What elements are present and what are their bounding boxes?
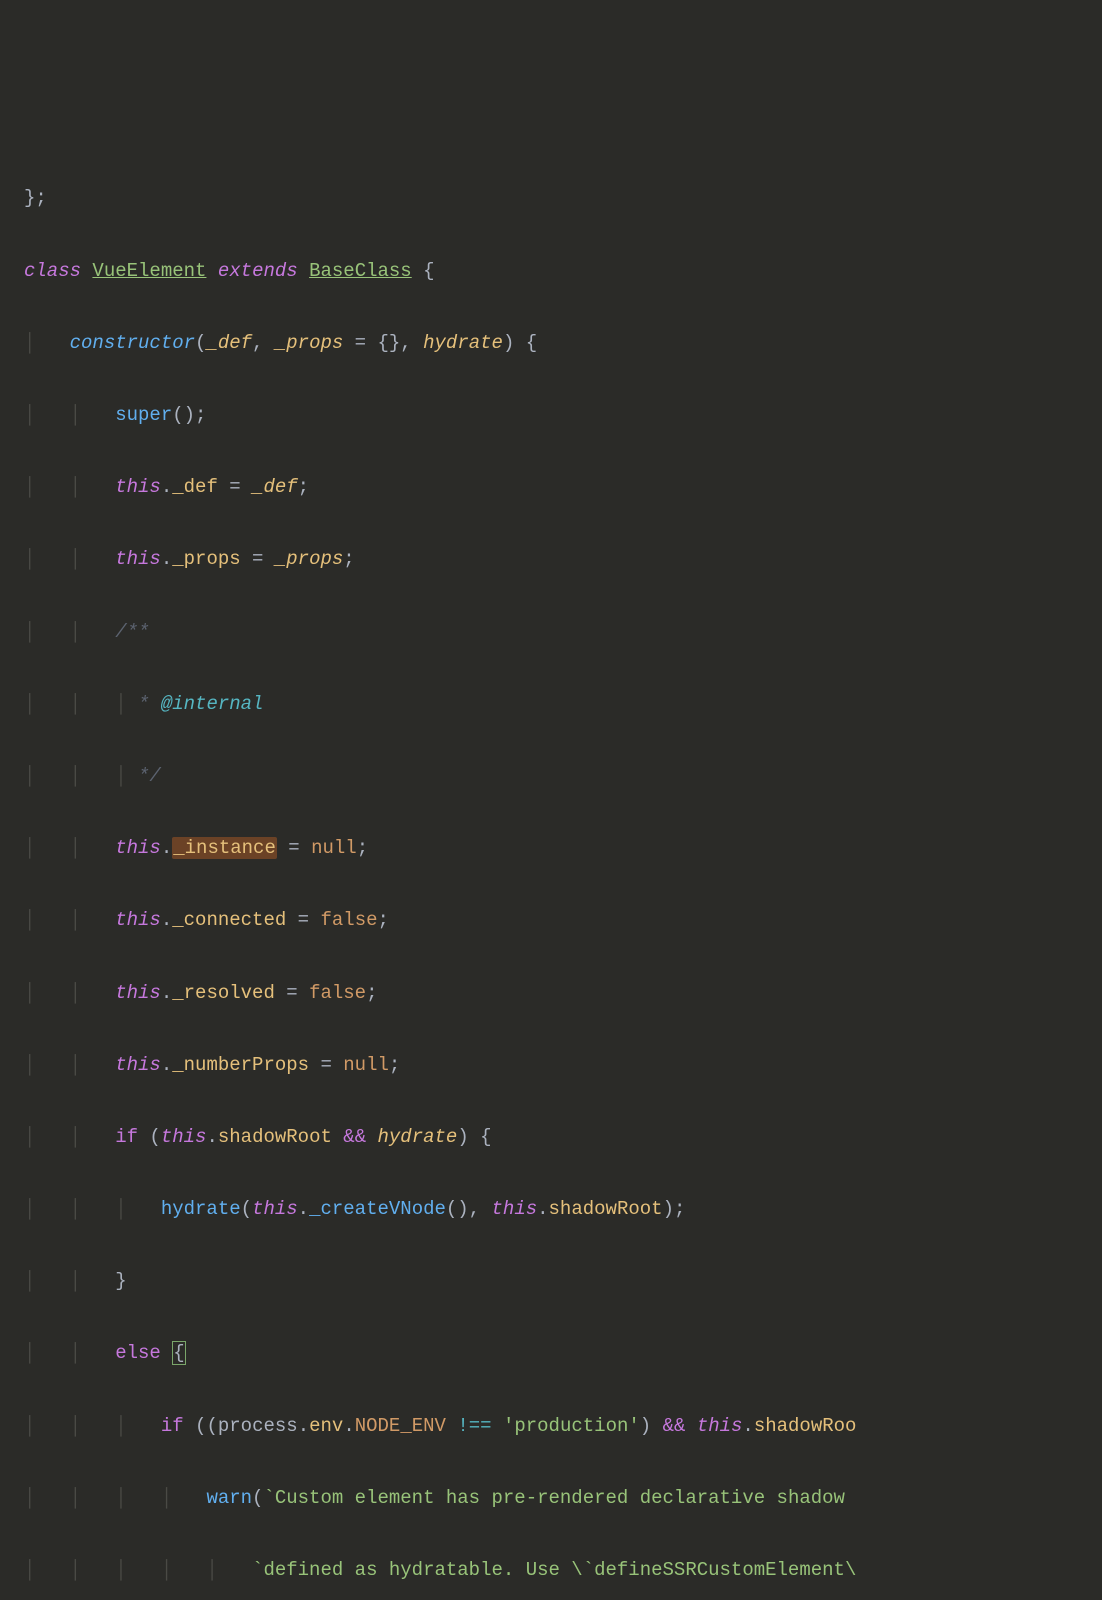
string: 'production' [503,1415,640,1437]
keyword-if: if [115,1126,138,1148]
code-line: │ │ this._numberProps = null; [24,1047,1102,1083]
param: _props [275,332,343,354]
brace: { [412,260,435,282]
code-line: │ │ │ │ │ `defined as hydratable. Use \`… [24,1552,1102,1588]
code-editor[interactable]: }; class VueElement extends BaseClass { … [24,144,1102,1600]
function-call: hydrate [161,1198,241,1220]
jsdoc-tag: @internal [161,693,264,715]
code-line: │ │ this._instance = null; [24,830,1102,866]
code-line: │ │ this._def = _def; [24,469,1102,505]
code-line: │ │ else { [24,1335,1102,1371]
super-call: super [115,404,172,426]
property: _connected [172,909,286,931]
constructor: constructor [70,332,195,354]
property: _props [172,548,240,570]
code-line: │ │ this._connected = false; [24,902,1102,938]
code-line: │ │ super(); [24,397,1102,433]
keyword-class: class [24,260,81,282]
code-line: │ │ │ */ [24,758,1102,794]
search-highlight: _instance [172,837,277,859]
code-line: │ │ this._props = _props; [24,541,1102,577]
property: _numberProps [172,1054,309,1076]
keyword-extends: extends [218,260,298,282]
constant: NODE_ENV [355,1415,446,1437]
code-line: │ │ this._resolved = false; [24,975,1102,1011]
text: }; [24,187,47,209]
code-line: │ │ │ if ((process.env.NODE_ENV !== 'pro… [24,1408,1102,1444]
code-line: │ │ │ │ warn(`Custom element has pre-ren… [24,1480,1102,1516]
base-class: BaseClass [309,260,412,282]
template-string: `Custom element has pre-rendered declara… [263,1487,856,1509]
code-line: │ │ │ hydrate(this._createVNode(), this.… [24,1191,1102,1227]
code-line: │ │ /** [24,614,1102,650]
code-line: │ │ if (this.shadowRoot && hydrate) { [24,1119,1102,1155]
keyword-else: else [115,1342,161,1364]
property: _def [172,476,218,498]
property: _resolved [172,982,275,1004]
param: hydrate [423,332,503,354]
classname: VueElement [92,260,206,282]
comment: /** [115,621,149,643]
code-line: │ │ } [24,1263,1102,1299]
code-line: class VueElement extends BaseClass { [24,253,1102,289]
code-line: │ │ │ * @internal [24,686,1102,722]
code-line: }; [24,180,1102,216]
brace-match: { [172,1341,185,1365]
code-line: │ constructor(_def, _props = {}, hydrate… [24,325,1102,361]
param: _def [206,332,252,354]
